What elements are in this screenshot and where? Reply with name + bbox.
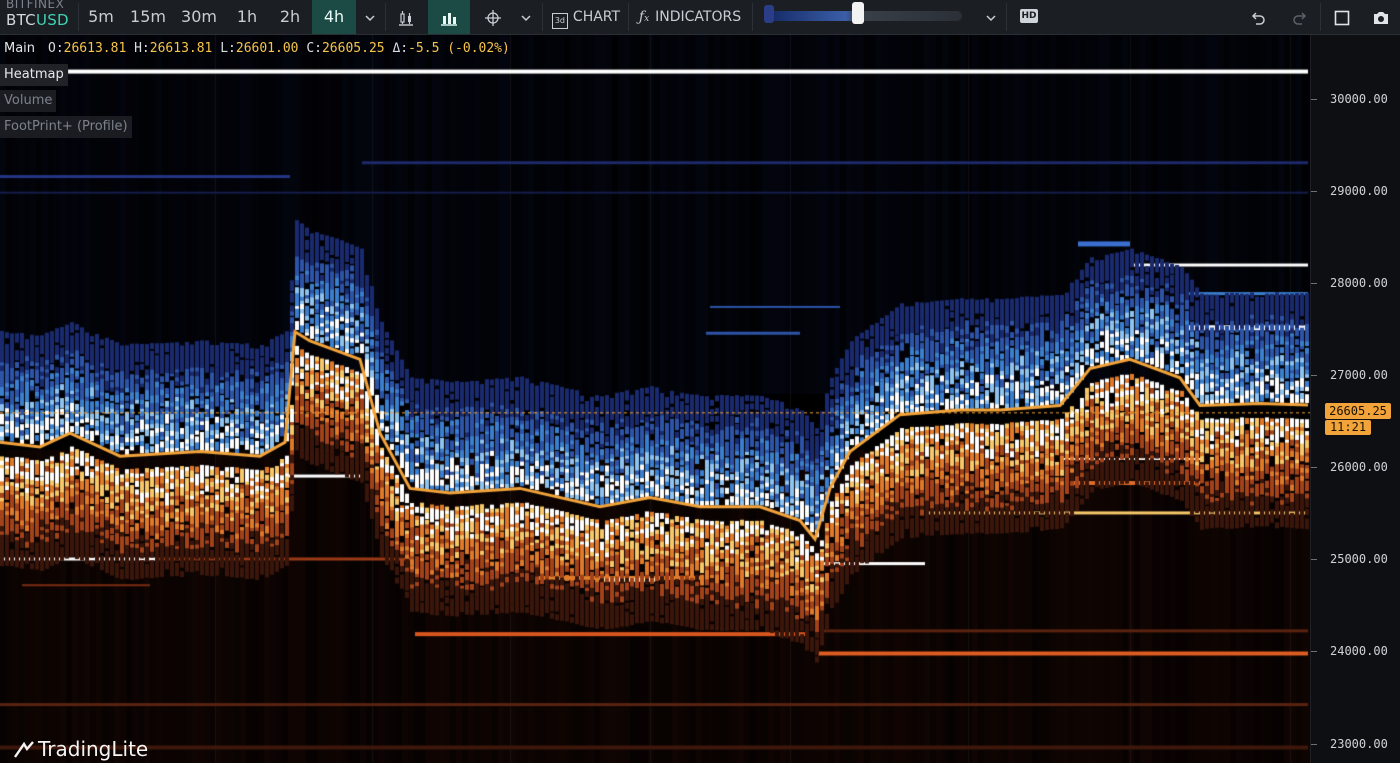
- last-price-label: 26605.25: [1325, 403, 1391, 419]
- timeframe-15m-button[interactable]: 15m: [126, 0, 170, 34]
- candle-countdown: 11:21: [1325, 420, 1371, 435]
- crosshair-icon: [485, 9, 501, 26]
- separator: [385, 3, 386, 31]
- chevron-down-icon: [365, 14, 375, 21]
- heatmap-chart[interactable]: [0, 35, 1310, 763]
- candlestick-icon: [399, 10, 413, 26]
- chevron-down-icon: [521, 14, 531, 21]
- square-icon: [1334, 10, 1350, 25]
- open-value: 26613.81: [63, 41, 127, 56]
- undo-button[interactable]: [1244, 0, 1272, 34]
- function-icon: ƒx: [638, 9, 650, 25]
- slider-dropdown-button[interactable]: [980, 0, 1002, 34]
- logo-icon: [14, 741, 34, 758]
- exchange-name: BITFINEX: [6, 0, 65, 11]
- heatmap-canvas[interactable]: [0, 35, 1310, 763]
- delta-value: -5.5 (-0.02%): [408, 41, 510, 56]
- symbol-selector[interactable]: BITFINEX BTCUSD: [0, 0, 76, 34]
- high-value: 26613.81: [149, 41, 213, 56]
- separator: [1320, 3, 1321, 31]
- undo-icon: [1251, 11, 1265, 25]
- timeframe-dropdown-button[interactable]: [358, 0, 382, 34]
- timeframe-1h-button[interactable]: 1h: [230, 0, 264, 34]
- candle-type-button[interactable]: [388, 0, 424, 34]
- brand-name: TradingLite: [38, 737, 149, 761]
- camera-icon: [1374, 11, 1388, 24]
- separator: [78, 3, 79, 31]
- timeframe-2h-button[interactable]: 2h: [272, 0, 308, 34]
- redo-button[interactable]: [1286, 0, 1314, 34]
- cube-3d-icon: 3d: [551, 13, 568, 29]
- crosshair-button[interactable]: [476, 0, 510, 34]
- slider-max-handle[interactable]: [852, 2, 864, 24]
- crosshair-dropdown-button[interactable]: [514, 0, 538, 34]
- legend-footprint-toggle[interactable]: FootPrint+ (Profile): [0, 116, 132, 138]
- legend-heatmap-toggle[interactable]: Heatmap: [0, 64, 68, 86]
- low-value: 26601.00: [235, 41, 299, 56]
- separator: [628, 3, 629, 31]
- fullscreen-button[interactable]: [1328, 0, 1356, 34]
- separator: [1006, 3, 1007, 31]
- legend-volume-toggle[interactable]: Volume: [0, 90, 57, 112]
- chart-3d-button[interactable]: 3d CHART: [548, 0, 624, 34]
- timeframe-4h-button[interactable]: 4h: [312, 0, 356, 34]
- timeframe-5m-button[interactable]: 5m: [82, 0, 120, 34]
- ohlc-readout: O:26613.81 H:26613.81 L:26601.00 C:26605…: [48, 41, 510, 56]
- indicators-label: INDICATORS: [655, 9, 742, 25]
- symbol-name: BTCUSD: [6, 11, 69, 29]
- tradinglite-logo: TradingLite: [14, 736, 148, 762]
- price-axis[interactable]: 30000.00 29000.00 28000.00 27000.00 26000.00…: [1310, 35, 1400, 763]
- screenshot-button[interactable]: [1366, 0, 1396, 34]
- heatmap-candle-button[interactable]: [428, 0, 470, 34]
- heatmap-contrast-slider[interactable]: [768, 11, 962, 21]
- chevron-down-icon: [986, 14, 996, 21]
- hd-toggle[interactable]: HD: [1020, 9, 1038, 23]
- bar-chart-icon: [441, 12, 457, 26]
- separator: [542, 3, 543, 31]
- close-value: 26605.25: [321, 41, 385, 56]
- top-toolbar: BITFINEX BTCUSD 5m 15m 30m 1h 2h 4h 3d C…: [0, 0, 1400, 35]
- chart-label: CHART: [572, 9, 621, 25]
- slider-min-handle[interactable]: [764, 5, 774, 23]
- separator: [752, 3, 753, 31]
- timeframe-30m-button[interactable]: 30m: [176, 0, 222, 34]
- legend-main-label: Main: [4, 41, 36, 56]
- redo-icon: [1293, 11, 1307, 25]
- indicators-button[interactable]: ƒx INDICATORS: [634, 0, 746, 34]
